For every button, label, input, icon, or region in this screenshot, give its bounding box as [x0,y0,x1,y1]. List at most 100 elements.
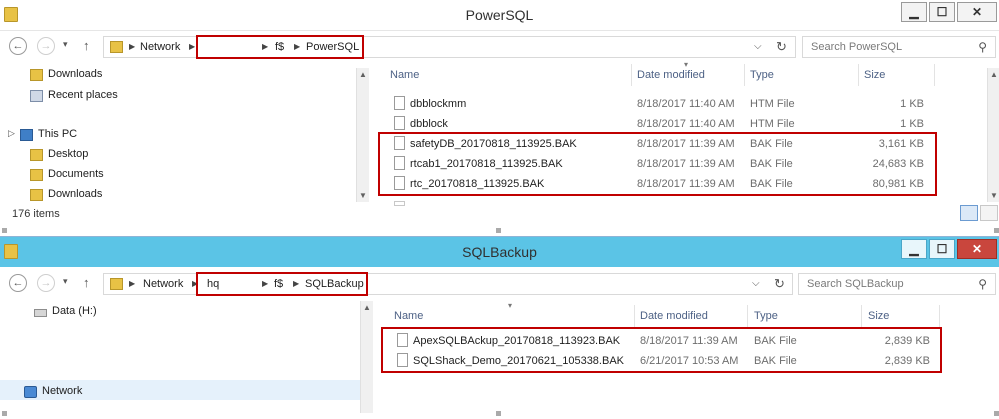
highlight-box [196,35,364,59]
nav-label: Desktop [48,148,89,160]
column-header-date[interactable]: Date modified [637,69,705,81]
htm-file-icon [394,116,405,130]
title-bar[interactable]: SQLBackup ▁ ☐ ✕ [0,237,999,267]
expand-icon[interactable]: ▷ [8,128,15,139]
nav-label: Recent places [48,89,118,101]
column-header-type[interactable]: Type [750,69,774,81]
column-header-size[interactable]: Size [868,310,889,322]
column-divider[interactable] [939,305,940,327]
scroll-up-icon[interactable]: ▲ [988,70,999,79]
column-divider[interactable] [858,64,859,86]
sort-ascending-icon: ▾ [508,301,513,310]
refresh-icon[interactable]: ↻ [776,39,787,55]
recent-locations-chevron-icon[interactable]: ▾ [63,276,68,287]
address-dropdown-icon[interactable]: ⌵ [754,41,762,52]
scroll-down-icon[interactable]: ▼ [988,191,999,200]
file-name: dbblockmm [410,98,467,110]
up-button[interactable]: ↑ [83,38,90,53]
scroll-up-icon[interactable]: ▲ [361,303,373,312]
column-header-name[interactable]: Name [394,310,423,322]
file-list: ▾ Name Date modified Type Size ApexSQLBA… [381,301,981,411]
large-icons-view-icon[interactable] [980,205,998,221]
close-button[interactable]: ✕ [957,239,997,259]
maximize-button[interactable]: ☐ [929,239,955,259]
window-title: SQLBackup [462,244,537,260]
column-headers: Name ▾ Date modified Type Size [378,60,938,88]
search-placeholder: Search PowerSQL [811,41,903,53]
column-divider[interactable] [934,64,935,86]
maximize-button[interactable]: ☐ [929,2,955,22]
minimize-button[interactable]: ▁ [901,239,927,259]
search-icon[interactable]: ⚲ [978,277,987,291]
file-size: 1 KB [900,98,924,110]
htm-file-icon [394,201,405,206]
scroll-up-icon[interactable]: ▲ [357,70,369,79]
htm-file-icon [394,96,405,110]
refresh-icon[interactable]: ↻ [774,276,785,292]
file-date: 8/18/2017 11:40 AM [637,98,735,110]
nav-label: Network [42,385,83,397]
resize-handle[interactable] [496,228,501,233]
recent-locations-chevron-icon[interactable]: ▾ [63,39,68,50]
breadcrumb-network[interactable]: Network [140,41,180,53]
column-divider[interactable] [634,305,635,327]
close-button[interactable]: ✕ [957,2,997,22]
resize-handle[interactable] [496,411,501,416]
breadcrumb-separator-icon: ▶ [189,42,196,51]
explorer-window-sqlbackup: SQLBackup ▁ ☐ ✕ ← → ▾ ↑ ▶ Network ▶ hq ▶… [0,236,999,419]
column-header-date[interactable]: Date modified [640,310,708,322]
file-row[interactable]: dbblock 8/18/2017 11:40 AM HTM File 1 KB [378,114,938,134]
search-input[interactable]: Search SQLBackup ⚲ [798,273,996,295]
minimize-button[interactable]: ▁ [901,2,927,22]
resize-handle[interactable] [994,411,999,416]
nav-label: Data (H:) [52,305,97,317]
column-divider[interactable] [744,64,745,86]
nav-label: Downloads [48,188,103,200]
view-buttons [960,205,998,221]
back-button[interactable]: ← [9,37,27,55]
forward-button[interactable]: → [37,274,55,292]
forward-button[interactable]: → [37,37,55,55]
column-divider[interactable] [631,64,632,86]
highlight-box [381,327,942,373]
resize-handle[interactable] [2,411,7,416]
column-header-size[interactable]: Size [864,69,885,81]
file-size: 1 KB [900,118,924,130]
up-button[interactable]: ↑ [83,275,90,290]
column-header-name[interactable]: Name [390,69,419,81]
file-date: 8/18/2017 11:40 AM [637,118,735,130]
desktop-folder-icon [30,149,43,161]
breadcrumb-network[interactable]: Network [143,278,183,290]
file-type: HTM File [750,98,795,110]
sort-ascending-icon: ▾ [684,60,689,69]
navigation-pane-scrollbar[interactable]: ▲ [360,301,373,413]
nav-label: This PC [38,128,78,140]
downloads-icon [30,69,43,81]
search-placeholder: Search SQLBackup [807,278,904,290]
column-headers: ▾ Name Date modified Type Size [381,301,941,329]
nav-label: Documents [48,168,104,180]
file-row[interactable]: dbblockmm 8/18/2017 11:40 AM HTM File 1 … [378,94,938,114]
title-bar[interactable]: PowerSQL ▁ ☐ ✕ [0,0,999,31]
column-divider[interactable] [861,305,862,327]
file-name: dbblock [410,118,448,130]
details-view-icon[interactable] [960,205,978,221]
column-header-type[interactable]: Type [754,310,778,322]
nav-label: Downloads [48,68,103,80]
search-input[interactable]: Search PowerSQL ⚲ [802,36,996,58]
explorer-window-powersql: PowerSQL ▁ ☐ ✕ ← → ▾ ↑ ▶ Network ▶ ▶ f$ … [0,0,999,234]
search-icon[interactable]: ⚲ [978,40,987,54]
address-dropdown-icon[interactable]: ⌵ [752,278,760,289]
network-icon [24,386,37,398]
resize-handle[interactable] [994,228,999,233]
file-list-scrollbar[interactable]: ▲ ▼ [987,68,999,202]
resize-handle[interactable] [2,228,7,233]
file-row-partial[interactable] [378,198,938,206]
scroll-down-icon[interactable]: ▼ [357,191,369,200]
column-divider[interactable] [747,305,748,327]
highlight-box [378,132,937,196]
back-button[interactable]: ← [9,274,27,292]
file-type: HTM File [750,118,795,130]
drive-icon [34,309,47,317]
navigation-pane-scrollbar[interactable]: ▲ ▼ [356,68,369,202]
